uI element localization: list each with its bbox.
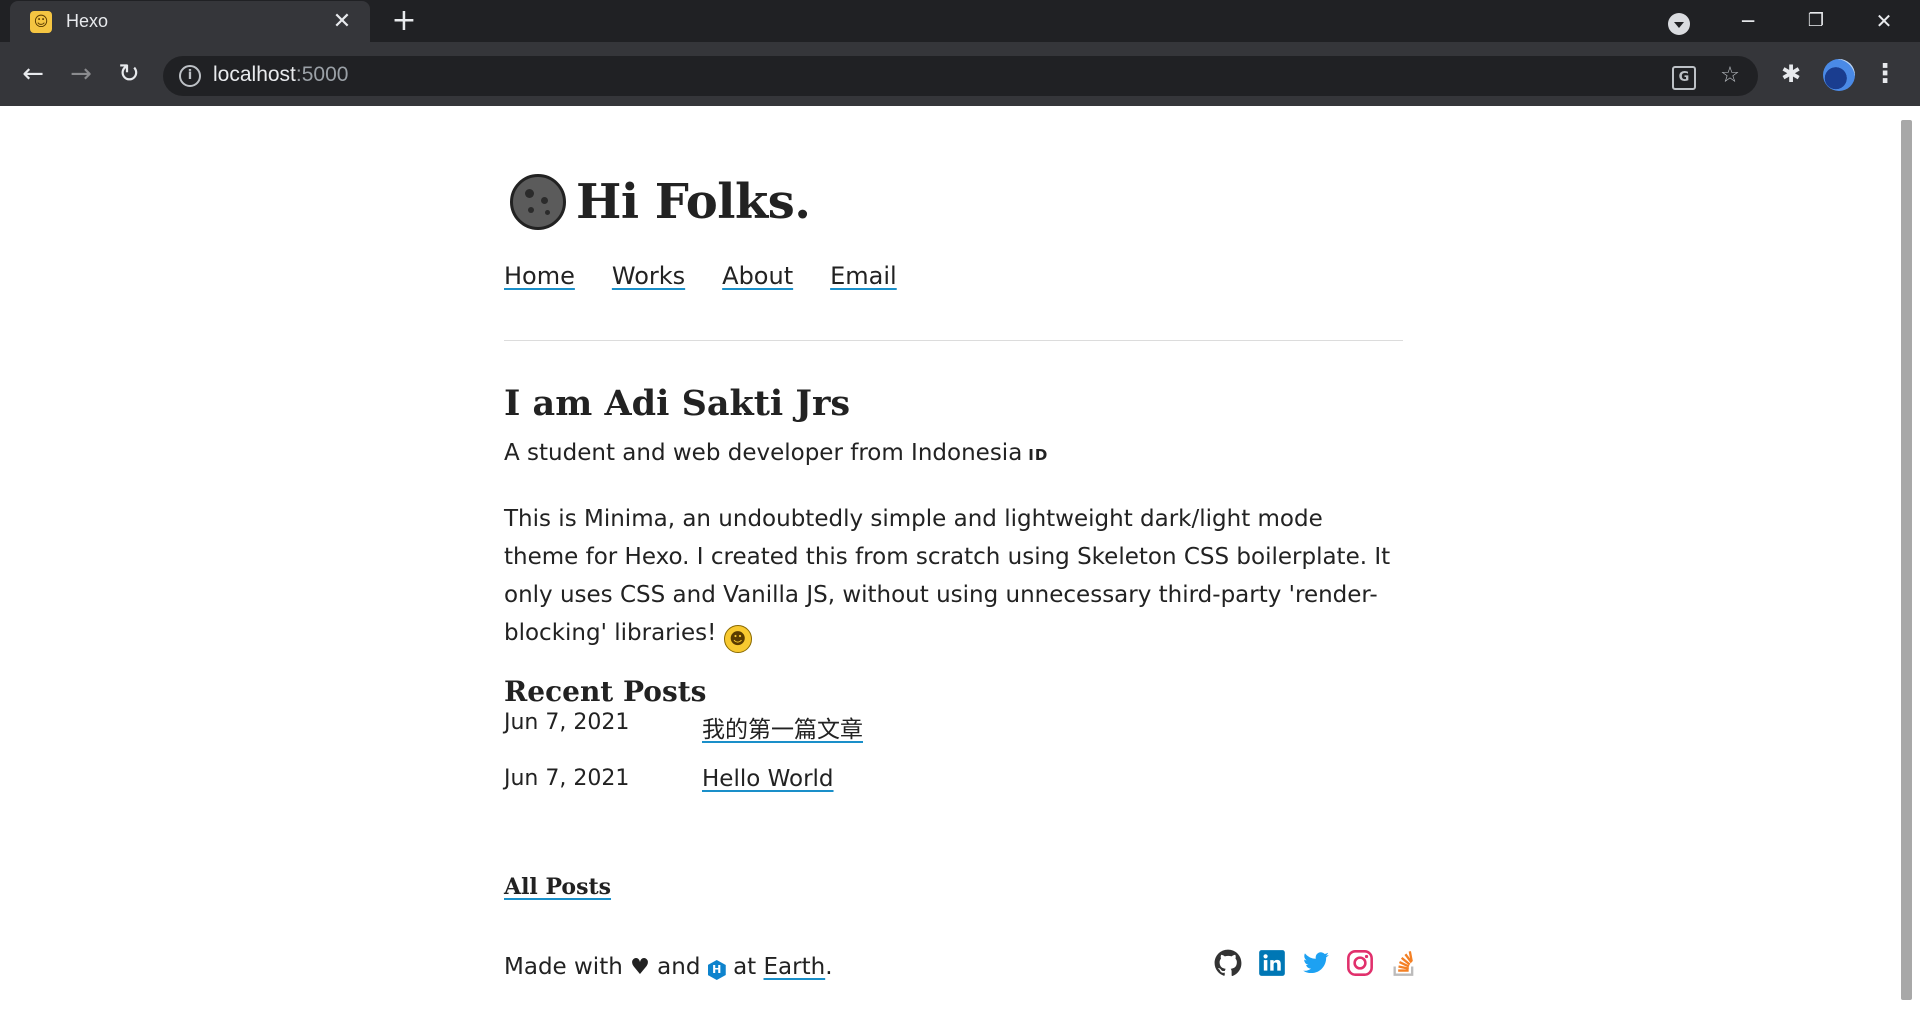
social-links — [1199, 948, 1419, 978]
nav-email[interactable]: Email — [830, 262, 897, 290]
browser-menu-icon[interactable]: ⋮ — [1872, 60, 1898, 90]
translate-icon[interactable]: G — [1672, 66, 1696, 90]
tab-favicon-icon: ☺ — [30, 10, 52, 33]
site-header: Hi Folks. — [510, 174, 811, 230]
browser-tab[interactable]: ☺ Hexo ✕ — [10, 1, 370, 42]
post-date: Jun 7, 2021 — [504, 710, 630, 735]
intro-heading: I am Adi Sakti Jrs — [504, 383, 851, 424]
footer-and: and — [657, 954, 701, 980]
all-posts-link[interactable]: All Posts — [504, 874, 611, 900]
intro-tagline: A student and web developer from Indones… — [504, 440, 1048, 466]
tagline-text: A student and web developer from Indones… — [504, 440, 1023, 466]
new-tab-button[interactable]: + — [390, 6, 418, 36]
instagram-icon[interactable] — [1345, 948, 1375, 978]
address-bar[interactable]: i localhost:5000 G ☆ — [163, 56, 1758, 96]
url-port: :5000 — [295, 63, 349, 86]
browser-tab-strip: ☺ Hexo ✕ + ─ ❐ ✕ — [0, 0, 1920, 42]
footer-period: . — [825, 954, 833, 980]
moon-logo-icon — [510, 174, 566, 230]
earth-link[interactable]: Earth — [764, 954, 826, 980]
restore-window-icon[interactable]: ❐ — [1796, 6, 1836, 36]
heart-icon: ♥ — [630, 955, 650, 980]
tab-title: Hexo — [66, 11, 109, 31]
close-window-icon[interactable]: ✕ — [1864, 6, 1904, 36]
nav-about[interactable]: About — [722, 262, 793, 290]
header-divider — [504, 340, 1403, 341]
url-host: localhost — [213, 63, 296, 86]
footer-credits: Made with ♥ and H at Earth. — [504, 954, 833, 980]
back-button[interactable]: ← — [18, 60, 48, 90]
vertical-scrollbar[interactable] — [1901, 120, 1912, 1000]
post-date: Jun 7, 2021 — [504, 766, 630, 791]
main-nav: Home Works About Email — [504, 262, 934, 290]
nav-home[interactable]: Home — [504, 262, 575, 290]
post-row: Jun 7, 2021 Hello World — [504, 766, 1404, 800]
bookmark-star-icon[interactable]: ☆ — [1716, 62, 1744, 90]
grinning-emoji-icon: ☻ — [723, 625, 752, 653]
twitter-icon[interactable] — [1301, 948, 1331, 978]
hexo-icon: H — [707, 960, 726, 980]
forward-button[interactable]: → — [66, 60, 96, 90]
recent-posts-heading: Recent Posts — [504, 675, 707, 708]
footer-made-with: Made with — [504, 954, 623, 980]
site-info-icon[interactable]: i — [179, 65, 201, 87]
post-link[interactable]: 我的第一篇文章 — [702, 710, 863, 744]
indonesia-flag-icon: ID — [1028, 446, 1049, 464]
browser-toolbar: ← → ↻ i localhost:5000 G ☆ ✱ ⋮ — [0, 42, 1920, 106]
description-text: This is Minima, an undoubtedly simple an… — [504, 506, 1391, 646]
linkedin-icon[interactable] — [1257, 948, 1287, 978]
profile-avatar[interactable] — [1823, 59, 1855, 91]
extensions-puzzle-icon[interactable]: ✱ — [1777, 60, 1805, 88]
intro-description: This is Minima, an undoubtedly simple an… — [504, 500, 1404, 653]
reload-button[interactable]: ↻ — [114, 60, 144, 90]
minimize-window-icon[interactable]: ─ — [1728, 6, 1768, 36]
github-icon[interactable] — [1213, 948, 1243, 978]
stackoverflow-icon[interactable] — [1389, 948, 1419, 978]
footer-at: at — [733, 954, 757, 980]
site-title[interactable]: Hi Folks. — [576, 174, 811, 230]
close-tab-icon[interactable]: ✕ — [330, 10, 354, 34]
page-viewport: Hi Folks. Home Works About Email I am Ad… — [0, 106, 1920, 1016]
tab-search-icon[interactable] — [1668, 13, 1690, 35]
post-row: Jun 7, 2021 我的第一篇文章 — [504, 710, 1404, 744]
nav-works[interactable]: Works — [612, 262, 685, 290]
post-link[interactable]: Hello World — [702, 766, 834, 792]
url-text[interactable]: localhost:5000 — [213, 63, 348, 87]
